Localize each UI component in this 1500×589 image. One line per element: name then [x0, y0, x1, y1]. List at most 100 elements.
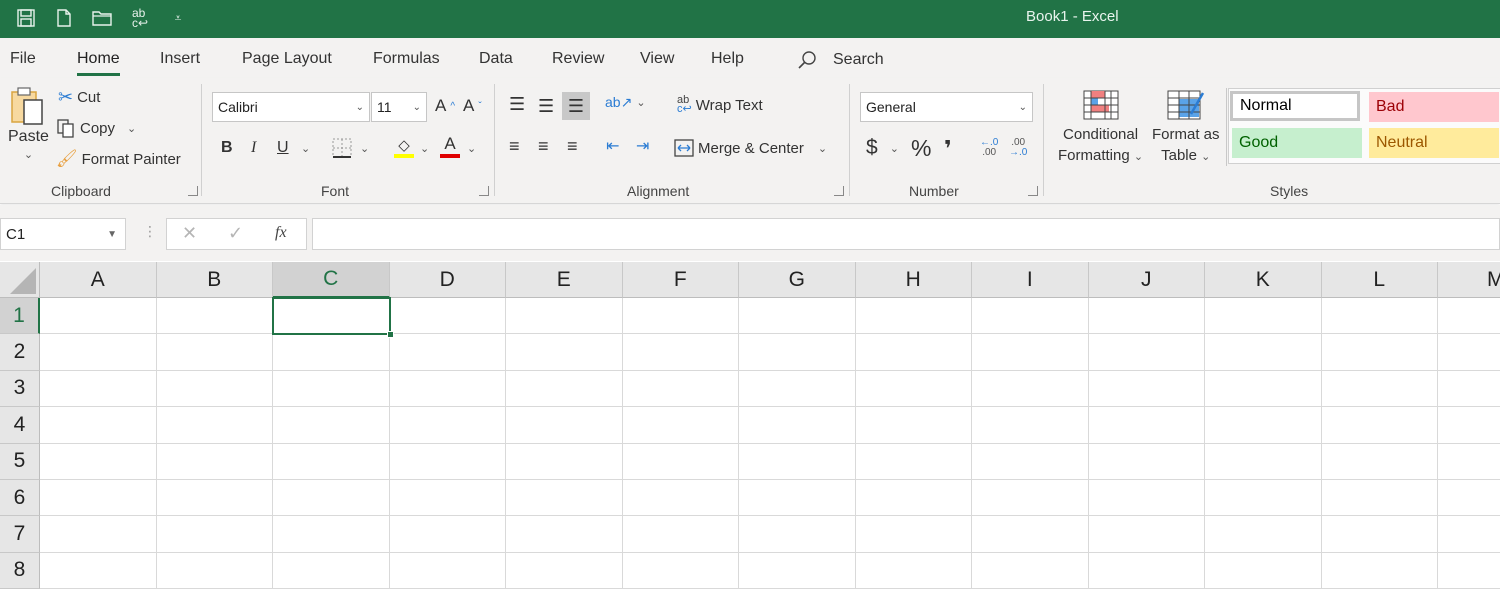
- cell-K1[interactable]: [1205, 298, 1322, 335]
- cell-F7[interactable]: [622, 516, 739, 553]
- cell-F4[interactable]: [622, 407, 739, 444]
- cell-G4[interactable]: [739, 407, 856, 444]
- cell-K3[interactable]: [1205, 370, 1322, 408]
- cell-A1[interactable]: [40, 298, 157, 335]
- font-color-button[interactable]: A: [440, 134, 460, 158]
- cancel-icon[interactable]: ✕: [182, 223, 197, 244]
- cell-M8[interactable]: [1438, 553, 1500, 589]
- tab-data[interactable]: Data: [479, 50, 513, 68]
- cell-B8[interactable]: [156, 552, 273, 589]
- select-all-button[interactable]: [0, 262, 40, 298]
- underline-button[interactable]: U: [277, 139, 289, 157]
- column-header-m[interactable]: M: [1438, 262, 1500, 298]
- copy-dropdown-icon[interactable]: ⌄: [127, 122, 136, 135]
- cell-E3[interactable]: [506, 370, 623, 408]
- align-center-button[interactable]: ≡: [538, 136, 549, 157]
- row-header-1[interactable]: 1: [0, 298, 40, 335]
- tab-home[interactable]: Home: [77, 50, 120, 76]
- cell-G2[interactable]: [739, 334, 856, 371]
- cell-A8[interactable]: [40, 552, 157, 589]
- cell-C8[interactable]: [273, 552, 390, 589]
- cell-J5[interactable]: [1088, 443, 1205, 480]
- cell-E5[interactable]: [506, 443, 623, 480]
- merge-dropdown-icon[interactable]: ⌄: [818, 142, 827, 155]
- middle-align-button[interactable]: ☰: [538, 96, 554, 117]
- percent-button[interactable]: %: [911, 135, 931, 162]
- currency-button[interactable]: $ ⌄: [866, 136, 899, 160]
- cell-I8[interactable]: [972, 552, 1089, 589]
- cut-button[interactable]: ✂ Cut: [58, 87, 100, 108]
- cell-C5[interactable]: [273, 443, 390, 480]
- bold-button[interactable]: B: [221, 139, 233, 157]
- cell-D2[interactable]: [389, 334, 506, 371]
- paste-button[interactable]: Paste ⌄: [8, 86, 49, 161]
- cell-E1[interactable]: [506, 298, 623, 335]
- column-header-g[interactable]: G: [739, 262, 856, 298]
- bottom-align-button[interactable]: ☰: [562, 92, 590, 120]
- number-format-dropdown[interactable]: General ⌄: [860, 92, 1033, 122]
- copy-button[interactable]: Copy ⌄: [56, 118, 136, 138]
- increase-decimal-button[interactable]: ←.0.00: [980, 138, 998, 158]
- borders-button[interactable]: ⌄: [332, 138, 369, 158]
- fill-handle[interactable]: [386, 331, 394, 339]
- cell-C2[interactable]: [273, 334, 390, 371]
- cell-C3[interactable]: [273, 370, 390, 408]
- cell-I4[interactable]: [972, 407, 1089, 444]
- cell-E4[interactable]: [506, 407, 623, 444]
- borders-dropdown-icon[interactable]: ⌄: [360, 142, 369, 155]
- orientation-button[interactable]: ab↗ ⌄: [605, 94, 646, 111]
- cell-D7[interactable]: [389, 516, 506, 553]
- name-box[interactable]: C1 ▼: [0, 218, 126, 250]
- cell-G6[interactable]: [739, 480, 856, 517]
- row-header-4[interactable]: 4: [0, 407, 40, 444]
- cell-K6[interactable]: [1205, 480, 1322, 517]
- cell-I7[interactable]: [972, 516, 1089, 553]
- cell-K4[interactable]: [1205, 407, 1322, 444]
- cell-D4[interactable]: [389, 407, 506, 444]
- cell-I5[interactable]: [972, 443, 1089, 480]
- font-name-dropdown[interactable]: Calibri ⌄: [212, 92, 370, 122]
- italic-button[interactable]: I: [251, 139, 256, 157]
- cell-J8[interactable]: [1088, 552, 1205, 589]
- style-neutral[interactable]: Neutral: [1369, 128, 1499, 158]
- font-launcher-icon[interactable]: [479, 186, 489, 196]
- cell-H3[interactable]: [855, 370, 972, 408]
- cell-D6[interactable]: [389, 480, 506, 517]
- alignment-launcher-icon[interactable]: [834, 186, 844, 196]
- cell-A6[interactable]: [40, 480, 157, 517]
- cell-J4[interactable]: [1088, 407, 1205, 444]
- cell-D8[interactable]: [389, 552, 506, 589]
- style-good[interactable]: Good: [1232, 128, 1362, 158]
- cell-D5[interactable]: [389, 443, 506, 480]
- font-color-dropdown-icon[interactable]: ⌄: [467, 142, 476, 155]
- tab-page-layout[interactable]: Page Layout: [242, 50, 332, 68]
- cell-D1[interactable]: [389, 298, 506, 335]
- enter-check-icon[interactable]: ✓: [228, 223, 243, 244]
- cell-E2[interactable]: [506, 334, 623, 371]
- column-header-f[interactable]: F: [622, 262, 739, 298]
- currency-dropdown-icon[interactable]: ⌄: [890, 142, 899, 155]
- cell-K2[interactable]: [1205, 334, 1322, 371]
- cell-G5[interactable]: [739, 443, 856, 480]
- cell-M5[interactable]: [1438, 444, 1500, 480]
- cell-L7[interactable]: [1321, 516, 1438, 553]
- search-box[interactable]: Search: [797, 50, 884, 70]
- column-header-a[interactable]: A: [40, 262, 157, 298]
- column-header-c[interactable]: C: [273, 262, 390, 298]
- format-painter-button[interactable]: 🖌 Format Painter: [56, 149, 181, 169]
- decrease-font-size-button[interactable]: Aˇ: [463, 96, 482, 116]
- cell-H7[interactable]: [855, 516, 972, 553]
- clipboard-launcher-icon[interactable]: [188, 186, 198, 196]
- cell-F1[interactable]: [622, 298, 739, 335]
- decrease-decimal-button[interactable]: .00 →.0: [1009, 138, 1027, 158]
- cell-G1[interactable]: [739, 298, 856, 335]
- cell-E7[interactable]: [506, 516, 623, 553]
- cell-E8[interactable]: [506, 552, 623, 589]
- cell-I2[interactable]: [972, 334, 1089, 371]
- cell-I3[interactable]: [972, 370, 1089, 408]
- cell-H2[interactable]: [855, 334, 972, 371]
- cell-G7[interactable]: [739, 516, 856, 553]
- row-header-2[interactable]: 2: [0, 334, 40, 371]
- new-file-icon[interactable]: [52, 6, 76, 30]
- wrap-text-button[interactable]: ab c↩ Wrap Text: [677, 95, 763, 115]
